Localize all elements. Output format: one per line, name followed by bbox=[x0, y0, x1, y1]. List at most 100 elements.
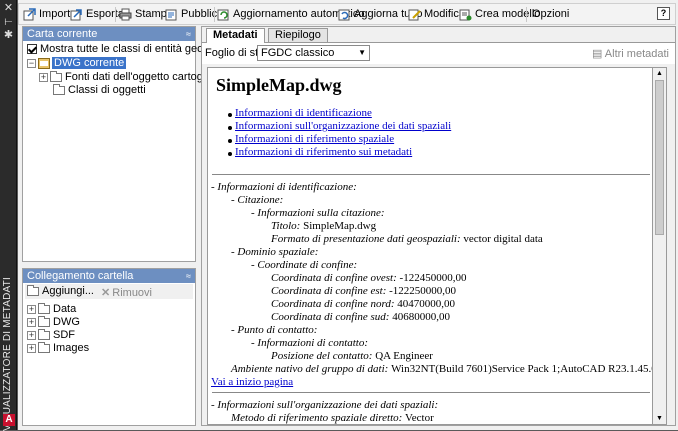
expand-tree-icon[interactable]: + bbox=[27, 330, 36, 340]
stylesheet-value: FGDC classico bbox=[261, 47, 335, 59]
tree-item-folder[interactable]: + DWG bbox=[27, 315, 80, 329]
stylesheet-bar: Foglio di stile: FGDC classico ▼ ▤ Altri… bbox=[202, 42, 675, 64]
expand-tree-icon[interactable]: + bbox=[27, 317, 36, 327]
collapse-icon[interactable]: ≈ bbox=[186, 27, 191, 41]
stylesheet-select[interactable]: FGDC classico ▼ bbox=[257, 45, 370, 61]
folder-icon bbox=[50, 70, 62, 82]
field-line: - Dominio spaziale: bbox=[231, 246, 319, 258]
create-template-button[interactable]: Crea modello bbox=[459, 6, 540, 23]
bullet bbox=[228, 126, 232, 130]
side-strip: ✕ ⊢ ✱ VISUALIZZATORE DI METADATI A bbox=[0, 0, 17, 431]
bullet bbox=[228, 152, 232, 156]
toc-link[interactable]: Informazioni di identificazione bbox=[235, 107, 372, 119]
add-label: Aggiungi... bbox=[42, 285, 94, 297]
folder-link-panel: Collegamento cartella ≈ Aggiungi... ✕ Rim… bbox=[22, 268, 196, 426]
metadata-viewer: Importa Esporta Stampa Pubblica Aggiorna… bbox=[18, 0, 678, 430]
checkbox-icon[interactable] bbox=[27, 44, 37, 55]
options-button[interactable]: Opzioni bbox=[532, 6, 569, 23]
import-button[interactable]: Importa bbox=[23, 6, 76, 23]
show-all-classes-checkbox[interactable]: Mostra tutte le classi di entità geograf… bbox=[27, 43, 230, 56]
toc-link[interactable]: Informazioni sull'organizzazione dei dat… bbox=[235, 120, 451, 132]
current-map-panel: Carta corrente ≈ Mostra tutte le classi … bbox=[22, 26, 230, 262]
folder-label: DWG bbox=[53, 316, 80, 328]
remove-icon: ✕ bbox=[101, 287, 111, 299]
folder-link-toolbar: Aggiungi... ✕ Rimuovi bbox=[25, 284, 193, 299]
template-icon bbox=[459, 8, 472, 21]
section-heading: - Informazioni sull'organizzazione dei d… bbox=[211, 399, 439, 411]
expand-tree-icon[interactable]: + bbox=[39, 72, 48, 82]
folder-icon bbox=[38, 315, 50, 327]
expand-tree-icon[interactable]: + bbox=[27, 304, 36, 314]
section-heading: - Informazioni di identificazione: bbox=[211, 181, 357, 193]
folder-icon bbox=[53, 83, 65, 95]
auto-update-icon bbox=[217, 8, 230, 21]
printer-icon bbox=[119, 8, 132, 21]
folder-link-header[interactable]: Collegamento cartella ≈ bbox=[23, 269, 195, 283]
folder-icon bbox=[38, 328, 50, 340]
close-icon[interactable]: ✕ bbox=[3, 3, 14, 14]
tree-item-folder[interactable]: + Data bbox=[27, 302, 77, 316]
settings-icon[interactable]: ✱ bbox=[3, 30, 14, 41]
edit-button[interactable]: Modifica bbox=[408, 6, 465, 23]
refresh-icon bbox=[338, 8, 351, 21]
tree-item-object-classes[interactable]: Classi di oggetti bbox=[53, 83, 146, 97]
create-template-label: Crea modello bbox=[475, 8, 541, 20]
chevron-down-icon: ▼ bbox=[358, 48, 366, 57]
bullet bbox=[228, 139, 232, 143]
help-button[interactable]: ? bbox=[657, 7, 670, 20]
field-line: Coordinata di confine sud: 40680000,00 bbox=[271, 311, 450, 323]
pin-icon[interactable]: ⊢ bbox=[3, 17, 14, 28]
tree-item-folder[interactable]: + SDF bbox=[27, 328, 75, 342]
field-line: - Coordinate di confine: bbox=[251, 259, 358, 271]
scroll-down-icon[interactable]: ▼ bbox=[656, 415, 663, 422]
scroll-up-icon[interactable]: ▲ bbox=[656, 70, 663, 77]
other-metadata-button[interactable]: ▤ Altri metadati bbox=[592, 47, 669, 60]
current-dwg-label: DWG corrente bbox=[52, 57, 127, 69]
palette-title: VISUALIZZATORE DI METADATI bbox=[2, 277, 13, 431]
dwg-icon bbox=[38, 57, 50, 69]
document-icon: ▤ bbox=[591, 48, 605, 60]
field-line: Ambiente nativo del gruppo di dati: Win3… bbox=[231, 363, 653, 375]
edit-icon bbox=[408, 8, 421, 21]
publish-icon bbox=[165, 8, 178, 21]
collapse-tree-icon[interactable]: − bbox=[27, 58, 36, 68]
remove-folder-button[interactable]: ✕ Rimuovi bbox=[101, 286, 152, 301]
expand-tree-icon[interactable]: + bbox=[27, 343, 36, 353]
folder-icon bbox=[38, 341, 50, 353]
field-line: Formato di presentazione dati geospazial… bbox=[271, 233, 543, 245]
folder-label: SDF bbox=[53, 329, 75, 341]
tab-metadata[interactable]: Metadati bbox=[206, 28, 265, 43]
field-line: Coordinata di confine nord: 40470000,00 bbox=[271, 298, 456, 310]
tree-item-folder[interactable]: + Images bbox=[27, 341, 89, 355]
toc-link[interactable]: Informazioni di riferimento sui metadati bbox=[235, 146, 412, 158]
folder-icon bbox=[38, 302, 50, 314]
current-map-header[interactable]: Carta corrente ≈ bbox=[23, 27, 195, 41]
import-icon bbox=[23, 8, 36, 21]
current-map-title: Carta corrente bbox=[27, 28, 98, 40]
export-icon bbox=[70, 8, 83, 21]
metadata-document: SimpleMap.dwg Informazioni di identifica… bbox=[207, 67, 653, 425]
options-label: Opzioni bbox=[532, 8, 570, 20]
field-line: Coordinata di confine est: -122250000,00 bbox=[271, 285, 457, 297]
other-metadata-label: Altri metadati bbox=[604, 48, 669, 60]
field-line: - Citazione: bbox=[231, 194, 284, 206]
add-folder-icon bbox=[27, 285, 39, 296]
back-to-top-link[interactable]: Vai a inizio pagina bbox=[211, 376, 293, 388]
document-title: SimpleMap.dwg bbox=[216, 75, 342, 95]
field-line: Metodo di riferimento spaziale diretto: … bbox=[231, 412, 434, 424]
tab-summary[interactable]: Riepilogo bbox=[268, 28, 328, 42]
divider bbox=[212, 392, 650, 393]
metadata-panel: Metadati Riepilogo Foglio di stile: FGDC… bbox=[201, 26, 676, 426]
vertical-scrollbar[interactable]: ▲ ▼ bbox=[653, 67, 667, 425]
field-line: Posizione del contatto: QA Engineer bbox=[271, 350, 433, 362]
field-line: - Informazioni sulla citazione: bbox=[251, 207, 385, 219]
folder-link-title: Collegamento cartella bbox=[27, 270, 134, 282]
scroll-thumb[interactable] bbox=[655, 80, 664, 235]
field-line: Coordinata di confine ovest: -122450000,… bbox=[271, 272, 467, 284]
add-folder-button[interactable]: Aggiungi... bbox=[25, 284, 94, 299]
toc-link[interactable]: Informazioni di riferimento spaziale bbox=[235, 133, 394, 145]
folder-label: Data bbox=[53, 303, 77, 315]
tree-item-current-dwg[interactable]: − DWG corrente bbox=[27, 57, 127, 70]
collapse-icon[interactable]: ≈ bbox=[186, 269, 191, 283]
remove-label: Rimuovi bbox=[112, 287, 152, 299]
